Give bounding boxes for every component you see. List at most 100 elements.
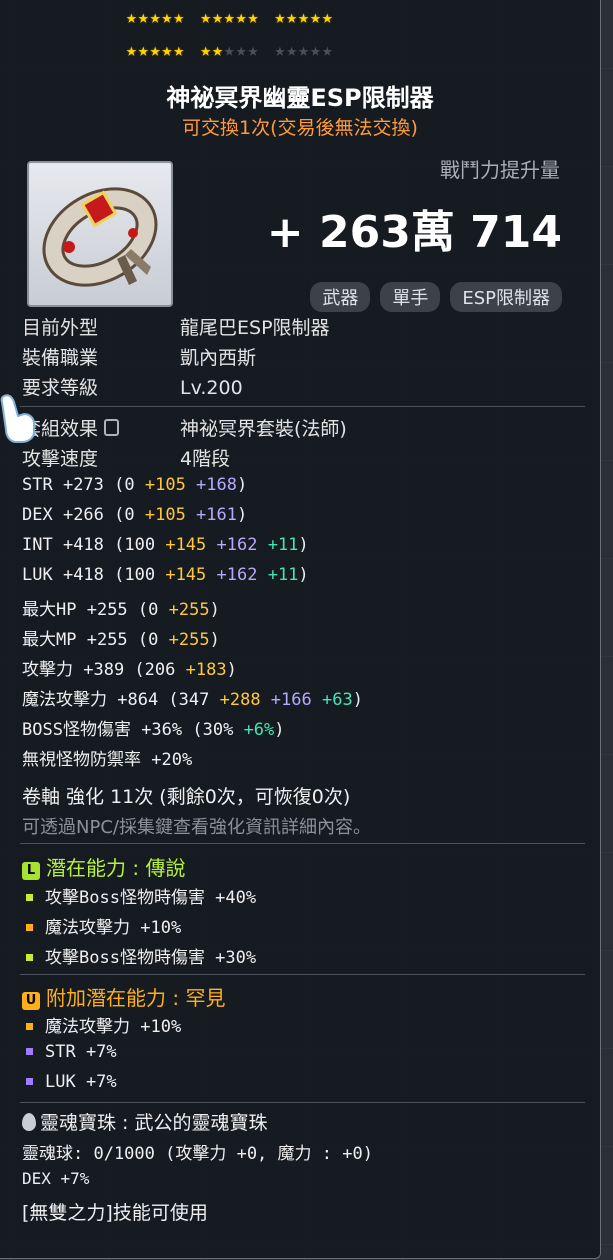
info-required-level: 要求等級 Lv.200 <box>22 377 243 399</box>
stat-total: +389 <box>73 660 125 680</box>
bullet-icon <box>26 1047 33 1055</box>
stat-total: +20% <box>141 750 193 770</box>
star-empty-icon: ★ <box>286 40 299 61</box>
divider <box>20 843 585 844</box>
stat-close: ) <box>237 505 248 525</box>
star-filled-icon: ★ <box>137 40 150 61</box>
divider <box>20 1102 585 1103</box>
bullet-icon <box>26 923 33 931</box>
potential-text: LUK +7% <box>45 1072 117 1092</box>
stat-close: ) <box>352 690 363 710</box>
stat-row: 攻擊力 +389 (206 +183) <box>22 655 237 680</box>
stat-close: ) <box>298 535 309 555</box>
star-filled-icon: ★ <box>173 40 186 61</box>
star-filled-icon: ★ <box>309 7 322 28</box>
potential-line: LUK +7% <box>22 1072 117 1092</box>
stat-extra: +6% <box>233 720 275 740</box>
stat-base: (30% <box>182 720 234 740</box>
star-group: ★★★★★ <box>274 7 333 28</box>
stat-name: 攻擊力 <box>22 660 73 680</box>
stat-base: (0 <box>103 475 135 495</box>
star-empty-icon: ★ <box>247 40 260 61</box>
star-filled-icon: ★ <box>235 7 248 28</box>
stat-total: +36% <box>130 720 183 740</box>
potential-line: 攻擊Boss怪物時傷害 +30% <box>22 943 256 968</box>
stat-name: BOSS怪物傷害 <box>22 720 131 740</box>
star-force-row-1: ★★★★★ ★★★★★ ★★★★★ <box>126 7 349 28</box>
stat-row: 最大HP +255 (0 +255) <box>22 595 220 620</box>
stat-name: 無視怪物防禦率 <box>22 750 141 770</box>
attack-speed-row: 攻擊速度 4階段 <box>22 448 231 470</box>
star-filled-icon: ★ <box>212 7 224 28</box>
star-filled-icon: ★ <box>126 7 138 28</box>
star-filled-icon: ★ <box>247 7 260 28</box>
tag-one-handed: 單手 <box>380 282 441 312</box>
potential-header: L 潛在能力 : 傳說 <box>22 852 185 881</box>
set-effect-row: 套組效果 神祕冥界套裝(法師) <box>22 418 347 440</box>
star-empty-icon: ★ <box>274 40 287 61</box>
stat-total: +418 <box>52 535 104 555</box>
star-group: ★★★★★ <box>200 7 259 28</box>
stat-total: +255 <box>76 630 128 650</box>
stat-close: ) <box>274 720 285 740</box>
stat-row: INT +418 (100 +145 +162 +11) <box>22 535 309 555</box>
scroll-hint: 可透過NPC/採集鍵查看強化資訊詳細內容。 <box>22 817 371 838</box>
info-job: 裝備職業 凱內西斯 <box>22 347 257 369</box>
stat-base: (0 <box>127 630 159 650</box>
stat-total: +273 <box>52 475 104 495</box>
item-icon-frame <box>27 161 173 307</box>
soul-skill: [無雙之力]技能可使用 <box>22 1202 208 1224</box>
additional-potential-header: U 附加潛在能力 : 罕見 <box>22 982 225 1011</box>
stat-name: STR <box>22 475 53 495</box>
potential-text: 攻擊Boss怪物時傷害 +40% <box>45 888 257 908</box>
stat-base: (100 <box>103 565 156 585</box>
potential-text: 魔法攻擊力 +10% <box>45 1017 182 1037</box>
stat-total: +255 <box>76 600 128 620</box>
bullet-icon <box>26 893 33 901</box>
star-filled-icon: ★ <box>161 40 174 61</box>
stat-total: +864 <box>107 690 159 710</box>
stat-close: ) <box>209 630 220 650</box>
star-filled-icon: ★ <box>137 7 150 28</box>
star-filled-icon: ★ <box>149 7 162 28</box>
star-filled-icon: ★ <box>286 7 299 28</box>
stat-close: ) <box>226 660 237 680</box>
star-filled-icon: ★ <box>173 7 186 28</box>
star-filled-icon: ★ <box>200 7 213 28</box>
stat-close: ) <box>237 475 248 495</box>
stat-row: DEX +266 (0 +105 +161) <box>22 505 247 525</box>
soul-flame-icon <box>22 1113 36 1131</box>
stat-star: +162 <box>206 565 258 585</box>
star-filled-icon: ★ <box>321 7 334 28</box>
power-increase-label: 戰鬥力提升量 <box>440 158 560 182</box>
star-group: ★★★★★ <box>274 40 333 61</box>
bullet-icon <box>26 1022 33 1030</box>
bullet-icon <box>26 953 33 961</box>
star-filled-icon: ★ <box>149 40 162 61</box>
item-name: 神祕冥界幽靈ESP限制器 <box>166 84 434 112</box>
soul-bonus: DEX +7% <box>22 1169 90 1188</box>
tag-weapon: 武器 <box>310 282 371 312</box>
stat-name: 最大MP <box>22 630 77 650</box>
star-filled-icon: ★ <box>298 7 310 28</box>
star-empty-icon: ★ <box>298 40 310 61</box>
stat-flame: +105 <box>134 475 186 495</box>
star-filled-icon: ★ <box>212 40 224 61</box>
scroll-enhance-line: 卷軸 強化 11次 (剩餘0次，可恢復0次) <box>22 786 351 808</box>
stat-row: LUK +418 (100 +145 +162 +11) <box>22 565 309 585</box>
legendary-badge-icon: L <box>22 862 40 880</box>
stat-row: STR +273 (0 +105 +168) <box>22 475 247 495</box>
potential-text: 魔法攻擊力 +10% <box>45 918 182 938</box>
stat-row: 魔法攻擊力 +864 (347 +288 +166 +63) <box>22 685 363 710</box>
potential-line: STR +7% <box>22 1042 117 1062</box>
stat-total: +266 <box>52 505 104 525</box>
potential-line: 攻擊Boss怪物時傷害 +40% <box>22 883 256 908</box>
stat-flame: +288 <box>209 690 261 710</box>
stat-row: 最大MP +255 (0 +255) <box>22 625 220 650</box>
info-appearance: 目前外型 龍尾巴ESP限制器 <box>22 317 330 339</box>
stat-star: +162 <box>206 535 258 555</box>
stat-close: ) <box>209 600 220 620</box>
star-force-row-2: ★★★★★ ★★★★★ ★★★★★ <box>126 40 349 61</box>
soul-charge: 靈魂球: 0/1000 (攻擊力 +0, 魔力 : +0) <box>22 1144 373 1164</box>
star-empty-icon: ★ <box>309 40 322 61</box>
